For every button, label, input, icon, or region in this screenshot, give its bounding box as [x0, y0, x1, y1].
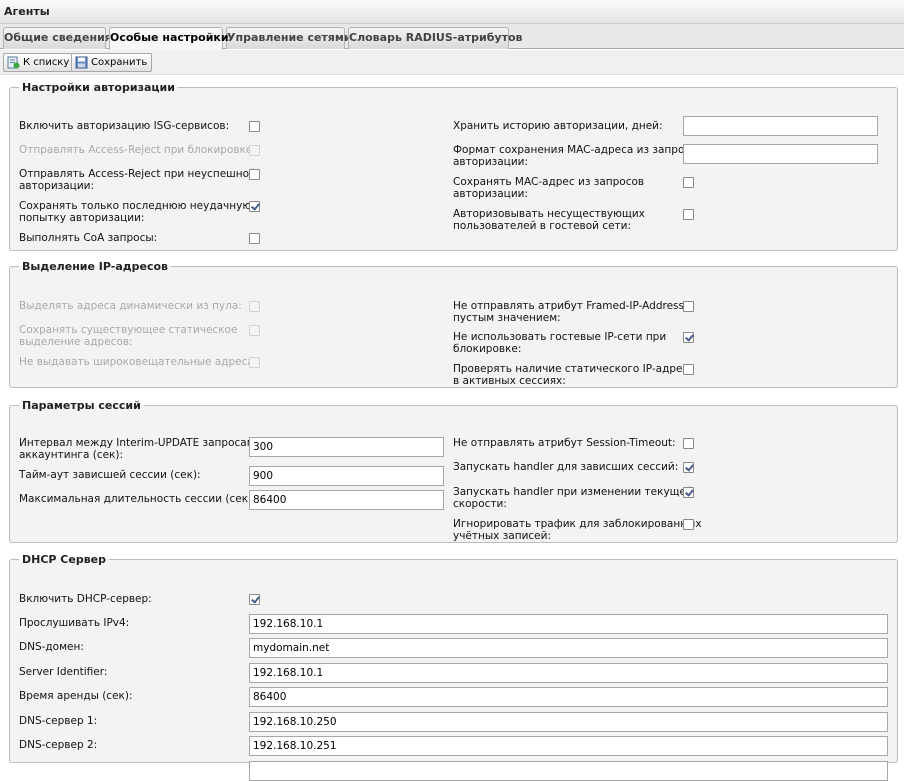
content-area: Настройки авторизации Включить авторизац… [0, 76, 904, 781]
save-mac-label-line1: Сохранять MAC-адрес из запросов [453, 176, 645, 188]
dns-domain-label: DNS-домен: [19, 641, 84, 653]
save-last-attempt-label-line1: Сохранять только последнюю неудачную [19, 200, 252, 212]
no-framed-ip-checkbox[interactable] [683, 301, 694, 312]
hang-timeout-label: Тайм-аут зависшей сессии (сек): [19, 469, 201, 481]
handler-hang-label: Запускать handler для зависших сессий: [453, 461, 679, 473]
lease-time-label: Время аренды (сек): [19, 690, 133, 702]
reject-on-fail-checkbox[interactable] [249, 169, 260, 180]
no-guest-networks-checkbox[interactable] [683, 332, 694, 343]
handler-hang-checkbox[interactable] [683, 462, 694, 473]
handler-speed-change-label-line1: Запускать handler при изменении текущей [453, 486, 693, 498]
isg-auth-checkbox[interactable] [249, 121, 260, 132]
no-broadcast-label: Не выдавать широковещательные адреса: [19, 356, 258, 368]
mac-format-label-line2: авторизации: [453, 156, 529, 168]
dhcp-enable-checkbox[interactable] [249, 594, 260, 605]
dns-domain-input[interactable] [249, 638, 888, 658]
reject-on-fail-label-line1: Отправлять Access-Reject при неуспешной [19, 168, 256, 180]
isg-auth-label: Включить авторизацию ISG-сервисов: [19, 120, 230, 132]
dynamic-pool-label: Выделять адреса динамически из пула: [19, 300, 242, 312]
ip-allocation-title: Выделение IP-адресов [22, 260, 168, 273]
no-session-timeout-checkbox[interactable] [683, 438, 694, 449]
back-to-list-button[interactable]: К списку [3, 53, 75, 72]
back-to-list-label: К списку [23, 57, 70, 68]
reject-on-block-checkbox[interactable] [249, 145, 260, 156]
interim-interval-label-line1: Интервал между Interim-UPDATE запросами [19, 437, 262, 449]
auth-settings-group: Настройки авторизации Включить авторизац… [9, 81, 898, 251]
tab-general[interactable]: Общие сведения [3, 27, 112, 49]
no-guest-networks-label-line2: блокировке: [453, 343, 522, 355]
dhcp-server-group: DHCP Сервер Включить DHCP-сервер: Прослу… [9, 553, 898, 781]
dynamic-pool-checkbox[interactable] [249, 301, 260, 312]
handler-speed-change-checkbox[interactable] [683, 487, 694, 498]
save-icon [75, 56, 88, 69]
mac-format-input[interactable] [683, 144, 878, 164]
session-params-title: Параметры сессий [22, 399, 141, 412]
dhcp-listen-label: Прослушивать IPv4: [19, 617, 130, 629]
save-last-attempt-checkbox[interactable] [249, 201, 260, 212]
window-title-bar: Агенты [0, 0, 904, 24]
back-to-list-icon [7, 56, 20, 69]
dhcp-server-title: DHCP Сервер [22, 553, 107, 566]
tab-special-settings[interactable]: Особые настройки [109, 27, 229, 50]
server-identifier-input[interactable] [249, 663, 888, 683]
no-broadcast-checkbox[interactable] [249, 357, 260, 368]
dns-server-1-label: DNS-сервер 1: [19, 715, 98, 727]
save-mac-label-line2: авторизации: [453, 188, 529, 200]
save-button[interactable]: Сохранить [71, 53, 153, 72]
no-framed-ip-label-line2: пустым значением: [453, 312, 561, 324]
check-static-ip-label-line2: в активных сессиях: [453, 375, 566, 387]
reject-on-block-label: Отправлять Access-Reject при блокировке: [19, 144, 256, 156]
handler-speed-change-label-line2: скорости: [453, 498, 507, 510]
check-static-ip-checkbox[interactable] [683, 364, 694, 375]
hang-timeout-input[interactable] [249, 466, 444, 486]
ip-allocation-group: Выделение IP-адресов Выделять адреса дин… [9, 260, 898, 388]
auth-history-input[interactable] [683, 116, 878, 136]
toolbar: К списку Сохранить [0, 50, 904, 75]
save-label: Сохранить [91, 57, 148, 68]
coa-requests-checkbox[interactable] [249, 233, 260, 244]
dns-server-2-input[interactable] [249, 736, 888, 756]
guest-auth-checkbox[interactable] [683, 209, 694, 220]
lease-time-input[interactable] [249, 687, 888, 707]
save-mac-checkbox[interactable] [683, 177, 694, 188]
check-static-ip-label-line1: Проверять наличие статического IP-адреса [453, 363, 695, 375]
auth-settings-title: Настройки авторизации [22, 81, 175, 94]
tab-strip: Общие сведения Особые настройки Управлен… [0, 24, 904, 50]
dhcp-enable-label: Включить DHCP-сервер: [19, 593, 152, 605]
keep-static-checkbox[interactable] [249, 325, 260, 336]
auth-history-label: Хранить историю авторизации, дней: [453, 120, 663, 132]
ignore-blocked-traffic-checkbox[interactable] [683, 519, 694, 530]
guest-auth-label-line1: Авторизовывать несуществующих [453, 208, 645, 220]
window-title: Агенты [4, 5, 50, 18]
no-session-timeout-label: Не отправлять атрибут Session-Timeout: [453, 437, 676, 449]
next-field-input[interactable] [249, 761, 888, 781]
guest-auth-label-line2: пользователей в гостевой сети: [453, 220, 632, 232]
dns-server-2-label: DNS-сервер 2: [19, 739, 98, 751]
save-last-attempt-label-line2: попытку авторизации: [19, 212, 145, 224]
tab-radius-dictionary[interactable]: Словарь RADIUS-атрибутов [348, 27, 522, 49]
session-params-group: Параметры сессий Интервал между Interim-… [9, 399, 898, 543]
ignore-blocked-traffic-label-line2: учётных записей: [453, 530, 552, 542]
coa-requests-label: Выполнять CoA запросы: [19, 232, 158, 244]
keep-static-label-line1: Сохранять существующее статическое [19, 324, 238, 336]
dhcp-listen-input[interactable] [249, 614, 888, 634]
dns-server-1-input[interactable] [249, 712, 888, 732]
reject-on-fail-label-line2: авторизации: [19, 180, 95, 192]
mac-format-label-line1: Формат сохранения MAC-адреса из запросов [453, 144, 703, 156]
no-framed-ip-label-line1: Не отправлять атрибут Framed-IP-Address … [453, 300, 694, 312]
ignore-blocked-traffic-label-line1: Игнорировать трафик для заблокированных [453, 518, 702, 530]
tab-network-management[interactable]: Управление сетями [226, 27, 352, 49]
keep-static-label-line2: выделение адресов: [19, 336, 133, 348]
max-duration-input[interactable] [249, 490, 444, 510]
interim-interval-label-line2: аккаунтинга (сек): [19, 449, 124, 461]
server-identifier-label: Server Identifier: [19, 666, 108, 678]
interim-interval-input[interactable] [249, 437, 444, 457]
max-duration-label: Максимальная длительность сессии (сек): [19, 493, 256, 505]
no-guest-networks-label-line1: Не использовать гостевые IP-сети при [453, 331, 667, 343]
